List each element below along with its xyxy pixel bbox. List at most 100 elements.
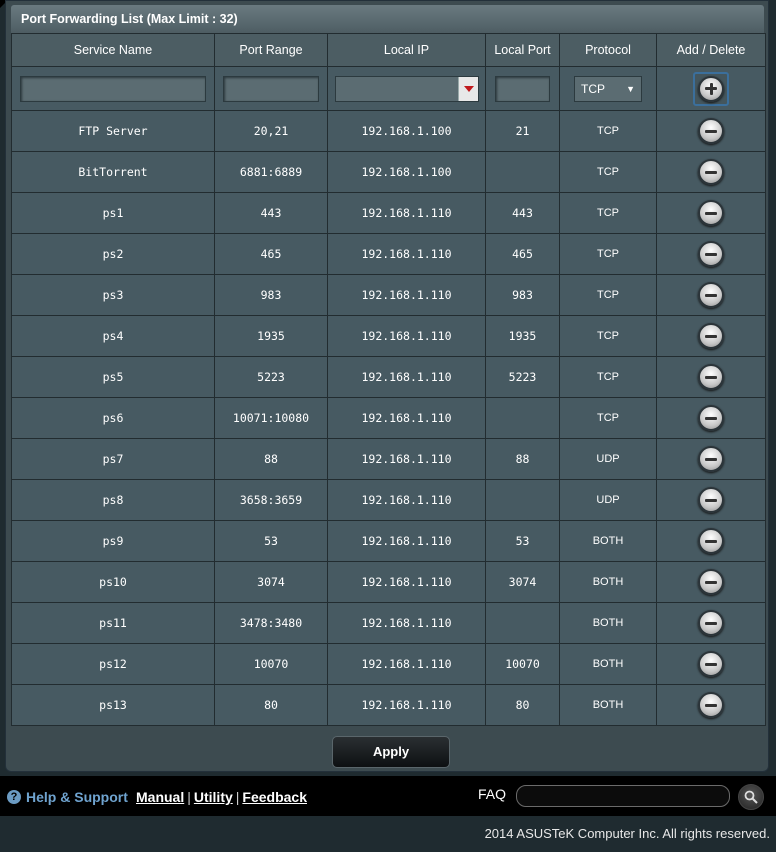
protocol-cell: BOTH <box>559 520 657 562</box>
delete-rule-button[interactable] <box>698 200 724 226</box>
port-range-cell: 10070 <box>214 643 328 685</box>
table-row: BitTorrent 6881:6889 192.168.1.100 TCP <box>11 151 766 193</box>
local-ip-cell: 192.168.1.110 <box>327 397 486 439</box>
delete-rule-button[interactable] <box>698 323 724 349</box>
local-port-cell: 53 <box>485 520 560 562</box>
minus-circle-icon <box>705 252 717 256</box>
col-header-port-range: Port Range <box>214 33 328 67</box>
protocol-cell: BOTH <box>559 561 657 603</box>
port-range-input[interactable] <box>223 75 319 102</box>
service-name-input[interactable] <box>20 75 206 102</box>
port-range-cell: 443 <box>214 192 328 234</box>
minus-circle-icon <box>705 539 717 543</box>
service-name-cell: ps9 <box>11 520 215 562</box>
table-row: ps3 983 192.168.1.110 983 TCP <box>11 274 766 316</box>
delete-rule-button[interactable] <box>698 118 724 144</box>
protocol-cell: TCP <box>559 110 657 152</box>
port-range-cell: 3074 <box>214 561 328 603</box>
add-rule-button[interactable] <box>693 71 729 106</box>
delete-rule-button[interactable] <box>698 487 724 513</box>
protocol-cell: TCP <box>559 151 657 193</box>
new-rule-input-row: TCP ▼ <box>11 66 766 111</box>
local-ip-cell: 192.168.1.110 <box>327 561 486 603</box>
service-name-cell: ps6 <box>11 397 215 439</box>
faq-search-input[interactable] <box>516 785 730 807</box>
col-header-local-ip: Local IP <box>327 33 486 67</box>
service-name-cell: ps11 <box>11 602 215 644</box>
service-name-cell: ps4 <box>11 315 215 357</box>
local-ip-cell: 192.168.1.100 <box>327 110 486 152</box>
table-row: ps8 3658:3659 192.168.1.110 UDP <box>11 479 766 521</box>
local-ip-cell: 192.168.1.110 <box>327 356 486 398</box>
delete-rule-button[interactable] <box>698 364 724 390</box>
help-icon: ? <box>7 790 21 804</box>
service-name-cell: ps7 <box>11 438 215 480</box>
local-port-input[interactable] <box>495 75 550 102</box>
minus-circle-icon <box>705 703 717 707</box>
help-support-link[interactable]: Help & Support <box>26 789 128 805</box>
service-name-cell: ps12 <box>11 643 215 685</box>
col-header-add-delete: Add / Delete <box>656 33 766 67</box>
faq-label: FAQ <box>478 786 507 802</box>
search-icon <box>744 790 758 804</box>
local-ip-cell: 192.168.1.110 <box>327 233 486 275</box>
delete-rule-button[interactable] <box>698 446 724 472</box>
delete-rule-button[interactable] <box>698 692 724 718</box>
port-range-cell: 20,21 <box>214 110 328 152</box>
minus-circle-icon <box>705 662 717 666</box>
col-header-protocol: Protocol <box>559 33 657 67</box>
port-forwarding-panel: Port Forwarding List (Max Limit : 32) Se… <box>5 0 769 772</box>
faq-search-button[interactable] <box>738 784 764 810</box>
table-row: ps9 53 192.168.1.110 53 BOTH <box>11 520 766 562</box>
port-range-cell: 983 <box>214 274 328 316</box>
protocol-cell: TCP <box>559 192 657 234</box>
protocol-cell: TCP <box>559 397 657 439</box>
port-range-cell: 5223 <box>214 356 328 398</box>
link-separator: | <box>187 789 191 805</box>
protocol-cell: TCP <box>559 233 657 275</box>
dropdown-arrow-icon[interactable] <box>457 76 478 101</box>
col-header-local-port: Local Port <box>485 33 560 67</box>
delete-rule-button[interactable] <box>698 241 724 267</box>
local-ip-select[interactable] <box>334 75 479 102</box>
local-port-cell: 465 <box>485 233 560 275</box>
local-port-cell: 3074 <box>485 561 560 603</box>
minus-circle-icon <box>705 170 717 174</box>
feedback-link[interactable]: Feedback <box>242 789 307 805</box>
manual-link[interactable]: Manual <box>136 789 184 805</box>
local-port-cell <box>485 602 560 644</box>
delete-rule-button[interactable] <box>698 610 724 636</box>
delete-rule-button[interactable] <box>698 651 724 677</box>
apply-button[interactable]: Apply <box>332 736 450 768</box>
service-name-cell: ps13 <box>11 684 215 726</box>
delete-rule-button[interactable] <box>698 569 724 595</box>
local-port-cell <box>485 479 560 521</box>
protocol-cell: TCP <box>559 315 657 357</box>
service-name-cell: ps2 <box>11 233 215 275</box>
utility-link[interactable]: Utility <box>194 789 233 805</box>
delete-rule-button[interactable] <box>698 159 724 185</box>
local-ip-cell: 192.168.1.110 <box>327 643 486 685</box>
port-range-cell: 3658:3659 <box>214 479 328 521</box>
local-port-cell: 21 <box>485 110 560 152</box>
copyright-footer: 2014 ASUSTeK Computer Inc. All rights re… <box>484 826 770 841</box>
local-ip-cell: 192.168.1.110 <box>327 315 486 357</box>
list-title: Port Forwarding List (Max Limit : 32) <box>11 5 764 33</box>
port-range-cell: 6881:6889 <box>214 151 328 193</box>
delete-rule-button[interactable] <box>698 405 724 431</box>
plus-circle-icon <box>698 75 724 102</box>
local-ip-cell: 192.168.1.100 <box>327 151 486 193</box>
table-row: ps10 3074 192.168.1.110 3074 BOTH <box>11 561 766 603</box>
protocol-cell: BOTH <box>559 643 657 685</box>
local-ip-cell: 192.168.1.110 <box>327 684 486 726</box>
minus-circle-icon <box>705 498 717 502</box>
local-ip-cell: 192.168.1.110 <box>327 479 486 521</box>
port-forwarding-table: Service Name Port Range Local IP Local P… <box>11 33 766 726</box>
delete-rule-button[interactable] <box>698 528 724 554</box>
delete-rule-button[interactable] <box>698 282 724 308</box>
local-port-cell: 10070 <box>485 643 560 685</box>
port-range-cell: 10071:10080 <box>214 397 328 439</box>
service-name-cell: ps5 <box>11 356 215 398</box>
service-name-cell: ps10 <box>11 561 215 603</box>
protocol-select[interactable]: TCP ▼ <box>574 75 642 102</box>
